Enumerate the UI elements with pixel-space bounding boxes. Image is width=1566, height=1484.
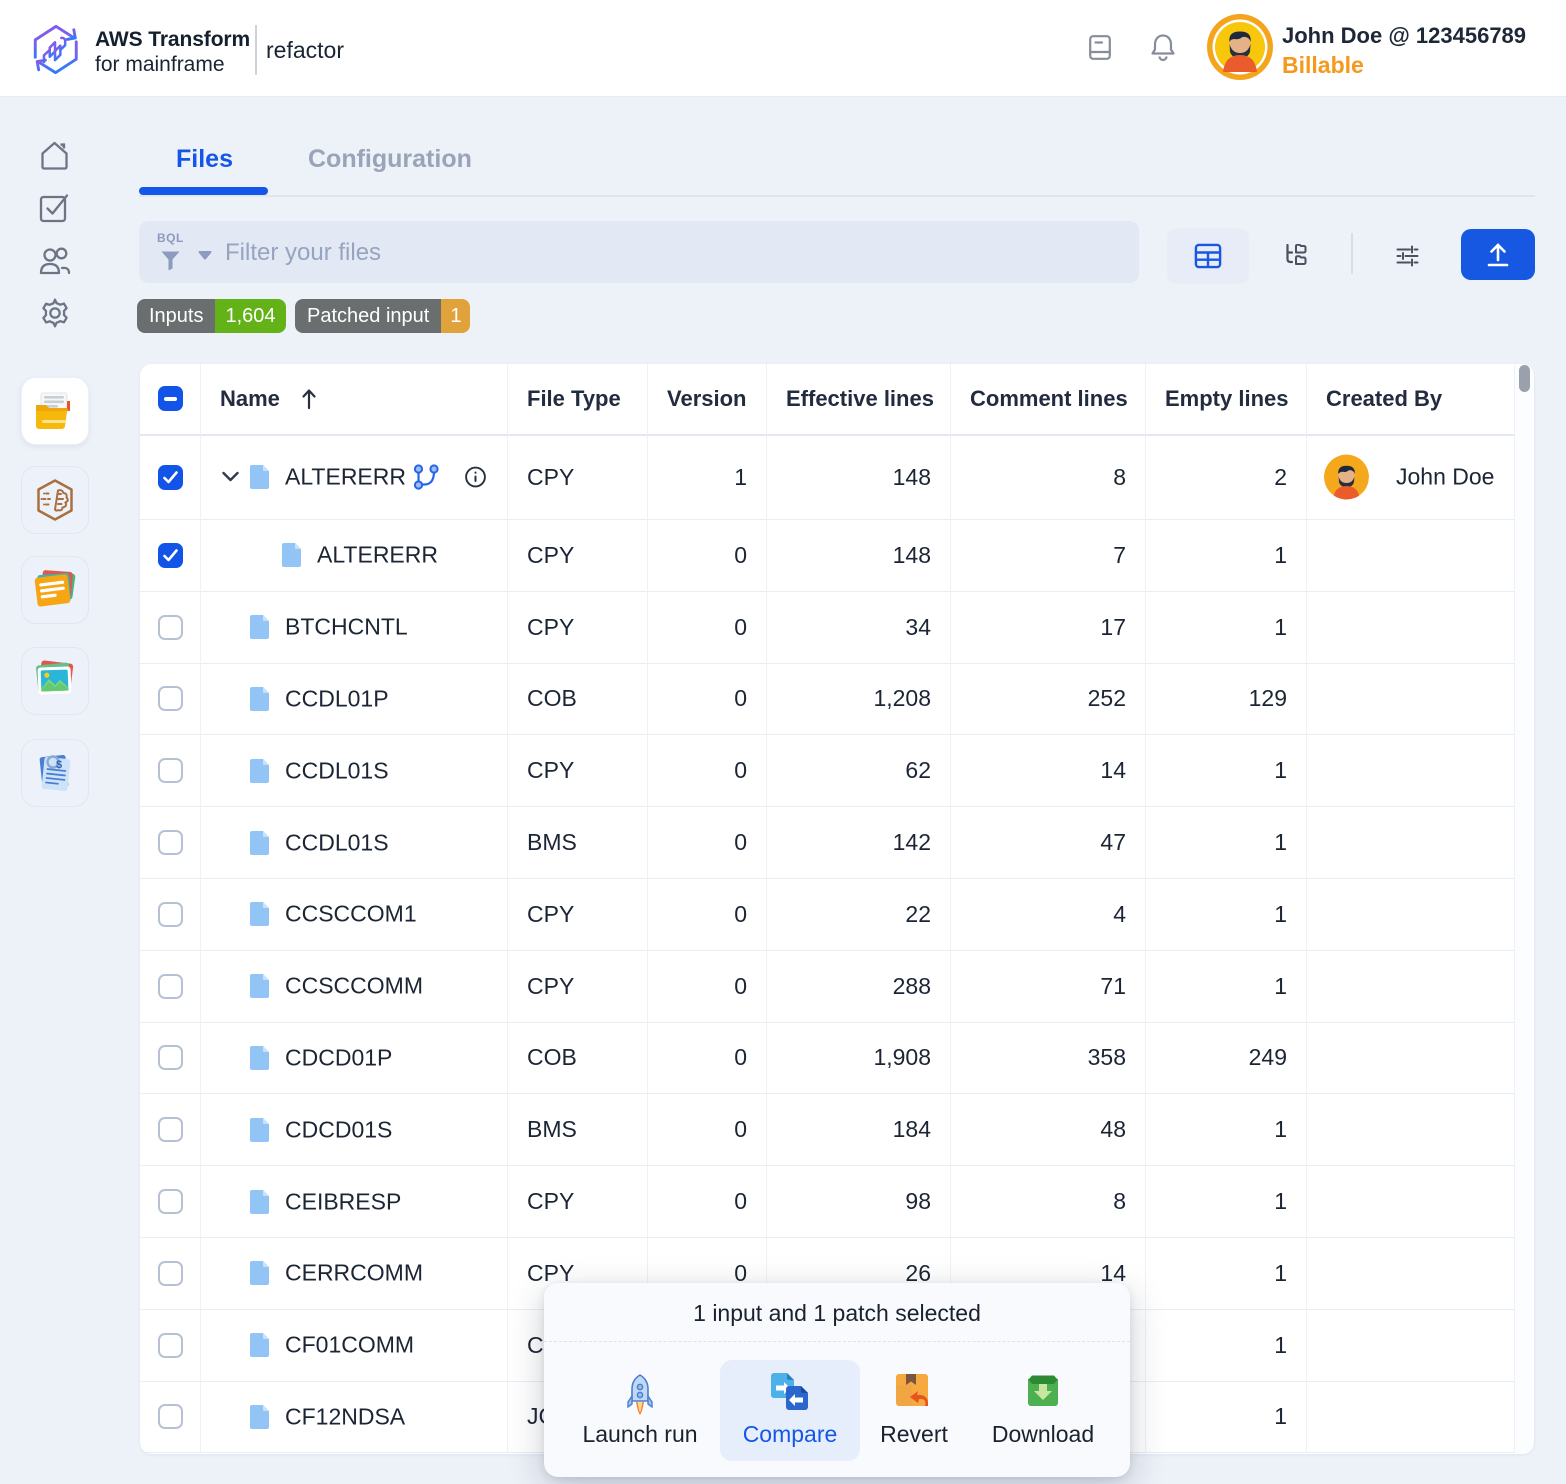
- svg-text:$: $: [56, 759, 62, 771]
